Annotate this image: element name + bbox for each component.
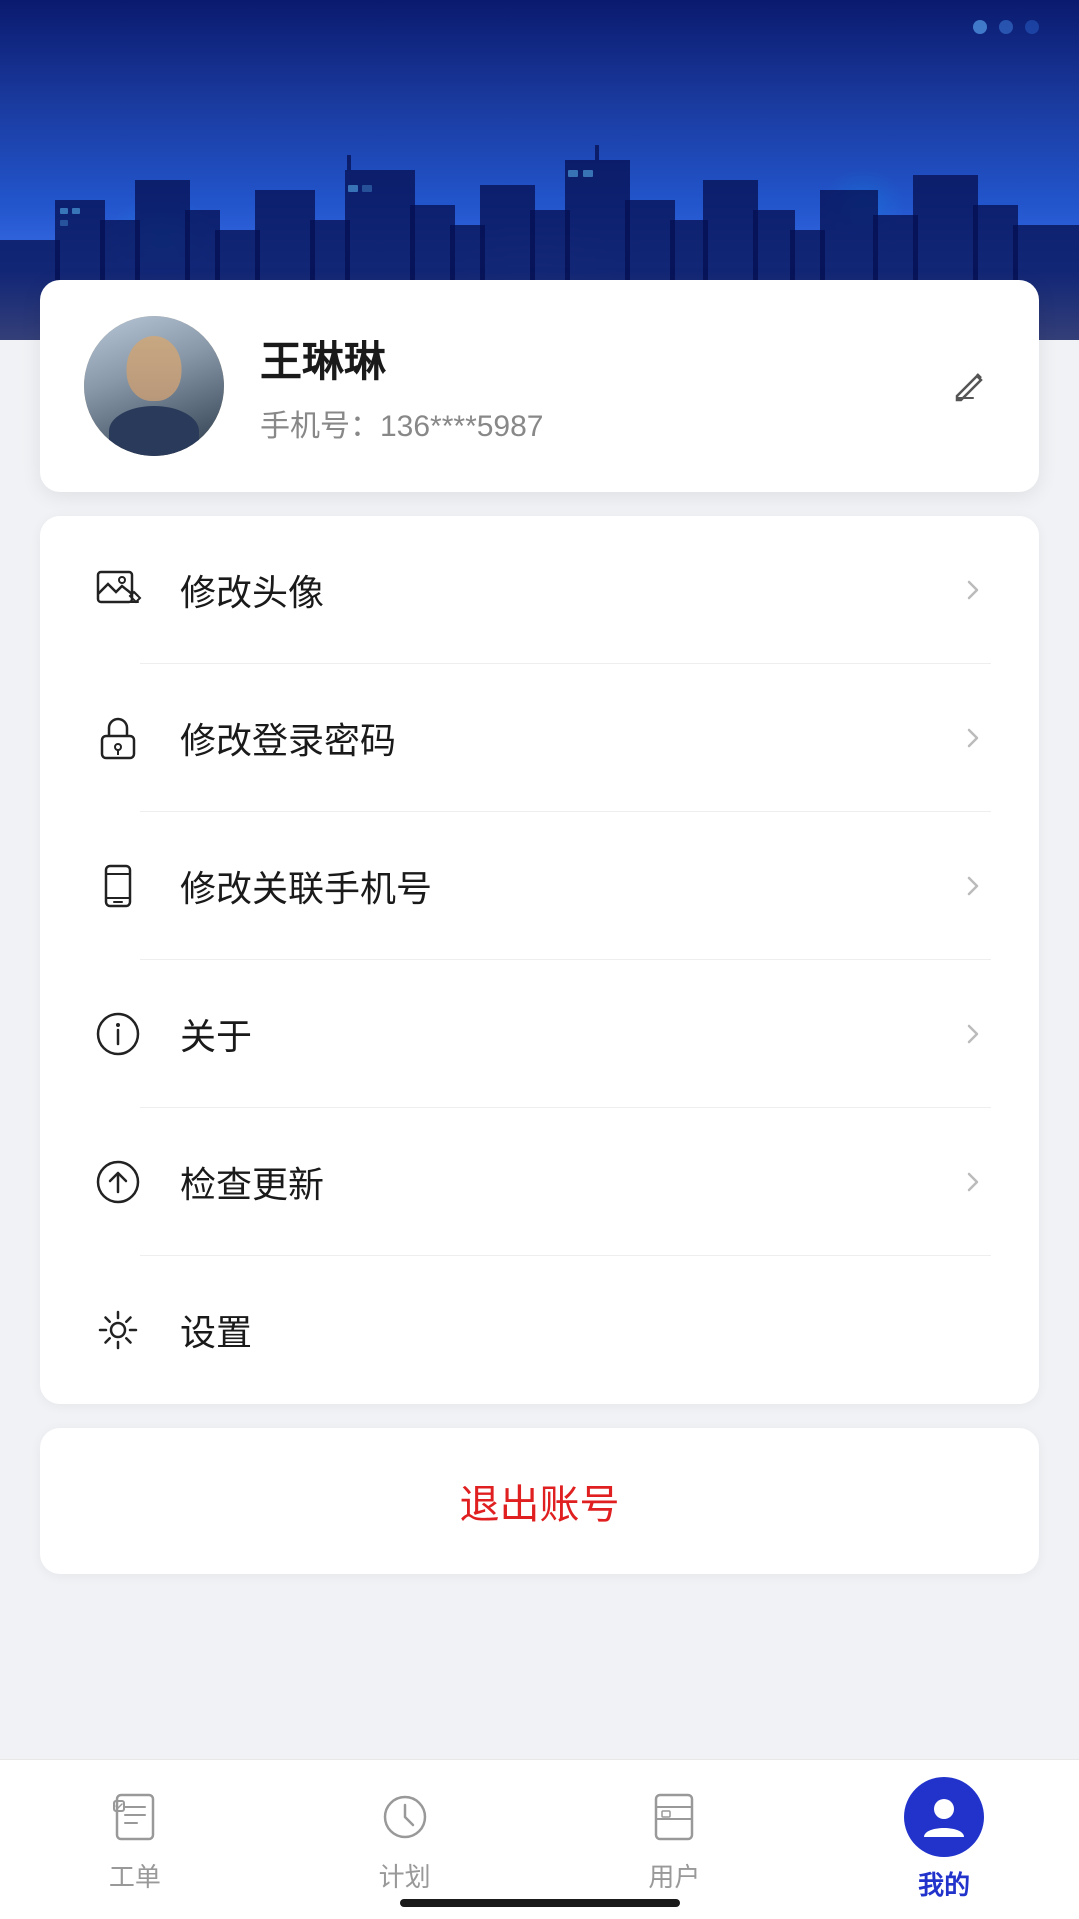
menu-label-change-phone: 修改关联手机号 (180, 860, 955, 912)
menu-label-check-update: 检查更新 (180, 1156, 955, 1208)
phone-icon (88, 856, 148, 916)
edit-profile-button[interactable] (943, 360, 995, 412)
nav-label-plan: 计划 (379, 1857, 431, 1894)
upload-icon (88, 1152, 148, 1212)
profile-card: 王琳琳 手机号：136****5987 (40, 280, 1039, 492)
menu-item-check-update[interactable]: 检查更新 (40, 1108, 1039, 1256)
menu-label-about: 关于 (180, 1008, 955, 1060)
chevron-right-icon (955, 572, 991, 608)
chevron-right-icon-4 (955, 1016, 991, 1052)
nav-label-user: 用户 (648, 1857, 700, 1894)
hero-dot-3 (1025, 20, 1039, 34)
menu-item-change-password[interactable]: 修改登录密码 (40, 664, 1039, 812)
menu-item-settings[interactable]: 设置 (40, 1256, 1039, 1404)
user-nav-icon (642, 1785, 706, 1849)
menu-item-change-phone[interactable]: 修改关联手机号 (40, 812, 1039, 960)
home-indicator (400, 1899, 680, 1907)
workorder-nav-icon (103, 1785, 167, 1849)
menu-label-change-avatar: 修改头像 (180, 564, 955, 616)
avatar-image (84, 316, 224, 456)
nav-item-workorder[interactable]: 工单 (0, 1769, 270, 1910)
gear-icon (88, 1300, 148, 1360)
profile-info: 王琳琳 手机号：136****5987 (260, 328, 907, 445)
avatar (84, 316, 224, 456)
logout-label: 退出账号 (460, 1483, 620, 1527)
nav-label-workorder: 工单 (109, 1857, 161, 1894)
bottom-nav: 工单 计划 用户 我的 (0, 1759, 1079, 1919)
profile-name: 王琳琳 (260, 328, 907, 389)
logout-button[interactable]: 退出账号 (40, 1428, 1039, 1574)
page-content: 王琳琳 手机号：136****5987 (0, 0, 1079, 1774)
nav-label-mine: 我的 (918, 1865, 970, 1902)
nav-item-mine[interactable]: 我的 (809, 1761, 1079, 1918)
mine-nav-icon (904, 1777, 984, 1857)
hero-dot-2 (999, 20, 1013, 34)
nav-item-plan[interactable]: 计划 (270, 1769, 540, 1910)
menu-label-change-password: 修改登录密码 (180, 712, 955, 764)
info-icon (88, 1004, 148, 1064)
image-edit-icon (88, 560, 148, 620)
lock-icon (88, 708, 148, 768)
chevron-right-icon-3 (955, 868, 991, 904)
chevron-right-icon-5 (955, 1164, 991, 1200)
menu-label-settings: 设置 (180, 1304, 991, 1356)
hero-dots (973, 20, 1039, 34)
menu-item-change-avatar[interactable]: 修改头像 (40, 516, 1039, 664)
menu-item-about[interactable]: 关于 (40, 960, 1039, 1108)
profile-phone: 手机号：136****5987 (260, 401, 907, 445)
nav-item-user[interactable]: 用户 (540, 1769, 810, 1910)
plan-nav-icon (373, 1785, 437, 1849)
chevron-right-icon-2 (955, 720, 991, 756)
menu-card: 修改头像 修改登录密码 (40, 516, 1039, 1404)
hero-dot-1 (973, 20, 987, 34)
